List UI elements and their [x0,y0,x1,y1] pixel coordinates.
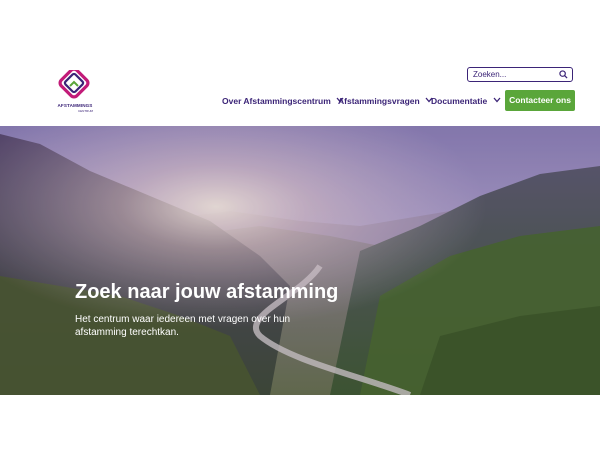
nav-item-label: Afstammingsvragen [338,96,420,106]
nav-item-label: Over Afstammingscentrum [222,96,331,106]
search-icon[interactable] [559,70,568,79]
hero-subtitle: Het centrum waar iedereen met vragen ove… [75,314,291,338]
search-input[interactable] [473,69,559,80]
hero-title: Zoek naar jouw afstamming [75,281,339,303]
site-header: AFSTAMMINGS CENTRUM Over Afstammingscent… [0,0,600,126]
nav-item-documentatie[interactable]: Documentatie [431,96,501,106]
contact-button[interactable]: Contacteer ons [505,90,575,111]
nav-item-afstammingsvragen[interactable]: Afstammingsvragen [338,96,433,106]
search-box [467,67,573,82]
logo-subtitle: CENTRUM [78,109,93,113]
chevron-down-icon [493,97,501,103]
nav-item-label: Documentatie [431,96,488,106]
logo-wordmark: AFSTAMMINGS [57,103,93,108]
hero-banner [0,126,600,395]
nav-item-over-afstammingscentrum[interactable]: Over Afstammingscentrum [222,96,344,106]
hero-landscape-image [0,126,600,395]
